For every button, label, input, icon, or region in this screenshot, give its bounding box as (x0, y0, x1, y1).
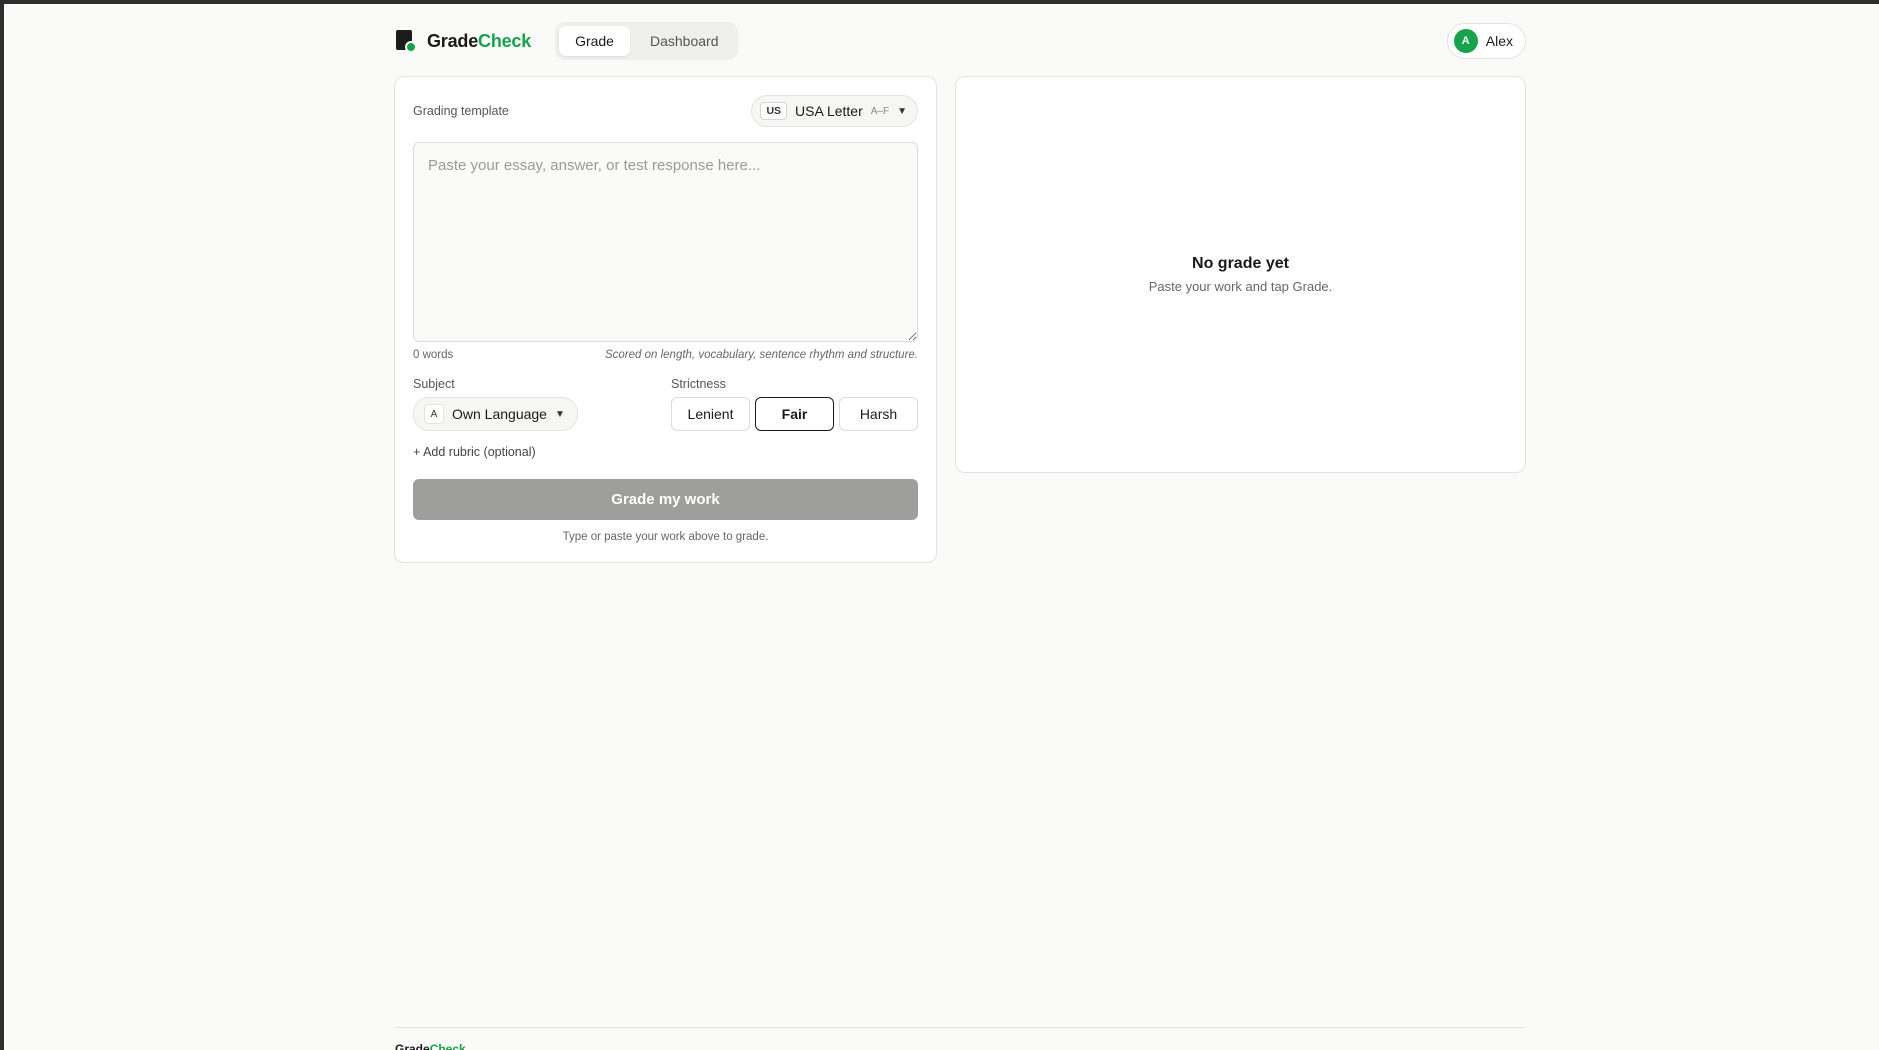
add-rubric-link[interactable]: + Add rubric (optional) (413, 445, 536, 459)
footer-divider (395, 1027, 1526, 1028)
nav-tab-grade[interactable]: Grade (559, 26, 630, 56)
user-name: Alex (1485, 33, 1513, 49)
chevron-down-icon: ▼ (897, 105, 907, 117)
avatar: A (1453, 29, 1478, 53)
language-icon: A (424, 404, 444, 424)
result-empty-state: No grade yet Paste your work and tap Gra… (956, 255, 1525, 294)
window-frame-left (0, 0, 4, 1050)
essay-input[interactable] (413, 142, 918, 342)
result-card: No grade yet Paste your work and tap Gra… (955, 76, 1526, 473)
empty-state-title: No grade yet (1192, 255, 1289, 272)
strictness-fair-button[interactable]: Fair (755, 397, 834, 431)
user-menu-button[interactable]: A Alex (1446, 23, 1526, 59)
brand-name-part1: Grade (427, 30, 479, 51)
window-frame-top (0, 0, 1879, 4)
brand-area: GradeCheck Grade Dashboard (395, 22, 739, 60)
template-range: A–F (870, 105, 890, 117)
app-header: GradeCheck Grade Dashboard A Alex (395, 22, 1526, 60)
strictness-label: Strictness (671, 377, 726, 391)
footer-brand-part1: Grade (395, 1042, 430, 1050)
template-select[interactable]: US USA Letter A–F ▼ (751, 95, 918, 127)
template-label: Grading template (413, 104, 509, 118)
main-nav: Grade Dashboard (555, 22, 739, 60)
brand-name[interactable]: GradeCheck (427, 31, 531, 52)
template-name: USA Letter (795, 103, 863, 119)
strictness-harsh-button[interactable]: Harsh (839, 397, 918, 431)
nav-tab-dashboard[interactable]: Dashboard (634, 26, 735, 56)
scoring-note: Scored on length, vocabulary, sentence r… (604, 349, 918, 361)
brand-name-part2: Check (478, 30, 532, 51)
chevron-down-icon: ▼ (554, 408, 565, 420)
footer-brand: GradeCheck (395, 1042, 466, 1050)
footer-brand-part2: Check (429, 1042, 466, 1050)
subject-field: Subject A Own Language ▼ (413, 377, 653, 431)
strictness-field: Strictness Lenient Fair Harsh (671, 377, 918, 431)
subject-select[interactable]: A Own Language ▼ (413, 397, 578, 431)
strictness-lenient-button[interactable]: Lenient (671, 397, 750, 431)
grade-my-work-button[interactable]: Grade my work (413, 479, 918, 520)
grader-card: Grading template US USA Letter A–F ▼ 0 w… (394, 76, 937, 563)
essay-meta-row: 0 words Scored on length, vocabulary, se… (413, 349, 918, 361)
template-row: Grading template US USA Letter A–F ▼ (413, 95, 918, 127)
gradecheck-logo-icon (395, 29, 417, 53)
page-footer: GradeCheck (395, 1042, 1526, 1050)
strictness-toggle-group: Lenient Fair Harsh (671, 397, 918, 431)
grade-hint: Type or paste your work above to grade. (562, 531, 769, 543)
empty-state-subtitle: Paste your work and tap Grade. (1148, 279, 1333, 294)
us-flag-icon: US (760, 102, 788, 120)
subject-label: Subject (413, 377, 455, 391)
subject-name: Own Language (452, 406, 547, 422)
word-count: 0 words (413, 349, 454, 361)
